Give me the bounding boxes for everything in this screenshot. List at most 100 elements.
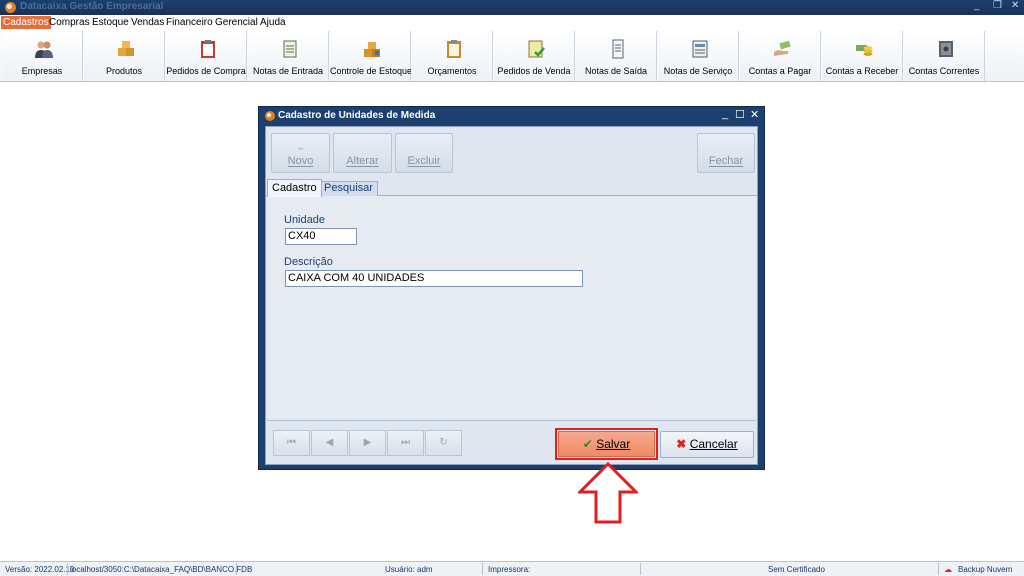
close-icon[interactable]: ✕ (1011, 0, 1019, 11)
dialog-title: Cadastro de Unidades de Medida (278, 110, 436, 121)
toolbar-label: Orçamentos (427, 66, 477, 76)
cancelar-button[interactable]: ✖ Cancelar (660, 431, 754, 458)
menu-cadastros[interactable]: Cadastros (1, 16, 51, 29)
salvar-button[interactable]: ✔ Salvar (558, 431, 655, 457)
status-user: Usuário: adm (385, 565, 433, 574)
minimize-icon[interactable]: _ (974, 0, 980, 11)
hand-money-icon (774, 40, 791, 56)
menu-gerencial[interactable]: Gerencial (213, 16, 260, 29)
status-certificate: Sem Certificado (768, 565, 825, 574)
alterar-label: Alterar (346, 155, 379, 167)
tab-pesquisar[interactable]: Pesquisar (319, 181, 378, 196)
toolbar-label: Contas Correntes (908, 66, 980, 76)
users-icon (35, 41, 53, 58)
clipboard-icon (201, 40, 215, 58)
toolbar-label: Pedidos de Venda (497, 66, 571, 76)
status-divider (67, 563, 68, 575)
toolbar-label: Empresas (21, 66, 63, 76)
notepad-icon (283, 40, 297, 58)
restore-icon[interactable]: ❐ (993, 0, 1002, 11)
dialog-close-icon[interactable]: ✕ (750, 108, 759, 121)
previous-record-icon[interactable]: ◀ (311, 430, 348, 456)
toolbar-label: Contas a Receber (825, 66, 899, 76)
order-check-icon (528, 40, 545, 58)
menu-compras[interactable]: Compras (47, 16, 92, 29)
menu-financeiro[interactable]: Financeiro (164, 16, 215, 29)
app-title: Datacaixa Gestão Empresarial (20, 1, 164, 12)
toolbar-label: Produtos (105, 66, 143, 76)
status-database: localhost/3050:C:\Datacaixa_FAQ\BD\BANCO… (70, 565, 253, 574)
toolbar-contas-receber[interactable]: Contas a Receber (821, 31, 903, 81)
boxes-icon (118, 41, 134, 56)
toolbar-label: Notas de Entrada (252, 66, 324, 76)
salvar-label: Salvar (596, 437, 631, 451)
tab-strip: Cadastro Pesquisar (266, 179, 757, 197)
service-note-icon (692, 40, 708, 58)
clipboard-list-icon (447, 40, 461, 58)
toolbar-notas-saida[interactable]: Notas de Saída (575, 31, 657, 81)
refresh-icon[interactable]: ↻ (425, 430, 462, 456)
app-logo-icon (5, 2, 16, 13)
novo-button[interactable]: ⎵ Novo (271, 133, 330, 173)
alterar-button[interactable]: Alterar (333, 133, 392, 173)
toolbar-contas-pagar[interactable]: Contas a Pagar (739, 31, 821, 81)
dialog-logo-icon (265, 111, 275, 121)
next-record-icon[interactable]: ▶ (349, 430, 386, 456)
toolbar-pedidos-venda[interactable]: Pedidos de Venda (493, 31, 575, 81)
main-toolbar: Empresas Produtos Pedidos de Compra Nota… (0, 30, 1024, 82)
coins-icon (856, 45, 873, 56)
last-record-icon[interactable]: ⏭ (387, 430, 424, 456)
descricao-label: Descrição (284, 256, 333, 268)
unidade-label: Unidade (284, 214, 325, 226)
check-icon: ✔ (582, 437, 593, 451)
toolbar-pedidos-compra[interactable]: Pedidos de Compra (165, 31, 247, 81)
stock-boxes-icon (364, 42, 380, 57)
tab-cadastro[interactable]: Cadastro (267, 179, 322, 197)
cancelar-label: Cancelar (689, 437, 738, 451)
unidade-field[interactable]: CX40 (285, 228, 357, 245)
status-divider (938, 563, 939, 575)
first-record-icon[interactable]: ⏮ (273, 430, 310, 456)
status-bar: Versão: 2022.02.10 localhost/3050:C:\Dat… (0, 561, 1024, 576)
toolbar-controle-estoque[interactable]: Controle de Estoque (329, 31, 413, 81)
toolbar-notas-servico[interactable]: Notas de Serviço (657, 31, 739, 81)
excluir-button[interactable]: Excluir (395, 133, 453, 173)
toolbar-orcamentos[interactable]: Orçamentos (411, 31, 493, 81)
menu-ajuda[interactable]: Ajuda (258, 16, 288, 29)
note-out-icon (612, 39, 624, 59)
dialog-body: ⎵ Novo Alterar Excluir Fechar Cadastro P… (265, 126, 758, 465)
cloud-icon: ☁ (944, 565, 952, 574)
dialog-footer: ⏮ ◀ ▶ ⏭ ↻ ✔ Salvar ✖ Cancelar (267, 420, 756, 462)
up-arrow-annotation-icon (578, 462, 638, 524)
app-titlebar: Datacaixa Gestão Empresarial _ ❐ ✕ (0, 0, 1024, 15)
cadastro-form: Unidade CX40 Descrição CAIXA COM 40 UNID… (267, 196, 756, 418)
dialog-minimize-icon[interactable]: _ (722, 108, 728, 120)
descricao-field[interactable]: CAIXA COM 40 UNIDADES (285, 270, 583, 287)
status-printer: Impressora: (488, 565, 531, 574)
dialog-titlebar: Cadastro de Unidades de Medida _ ☐ ✕ (259, 107, 764, 125)
toolbar-label: Pedidos de Compra (166, 66, 246, 76)
toolbar-contas-correntes[interactable]: Contas Correntes (903, 31, 985, 81)
status-divider (482, 563, 483, 575)
toolbar-notas-entrada[interactable]: Notas de Entrada (247, 31, 329, 81)
safe-icon (939, 41, 953, 57)
toolbar-label: Notas de Saída (584, 66, 648, 76)
new-icon: ⎵ (298, 139, 303, 150)
toolbar-produtos[interactable]: Produtos (83, 31, 165, 81)
fechar-label: Fechar (708, 155, 744, 167)
fechar-button[interactable]: Fechar (697, 133, 755, 173)
menu-estoque[interactable]: Estoque (90, 16, 131, 29)
toolbar-label: Contas a Pagar (748, 66, 812, 76)
menu-vendas[interactable]: Vendas (129, 16, 166, 29)
toolbar-empresas[interactable]: Empresas (1, 31, 83, 81)
status-divider (640, 563, 641, 575)
x-icon: ✖ (676, 437, 687, 451)
dialog-maximize-icon[interactable]: ☐ (735, 108, 745, 121)
toolbar-label: Controle de Estoque (330, 66, 413, 76)
menu-bar: Cadastros Compras Estoque Vendas Finance… (0, 15, 1024, 30)
unidades-medida-dialog: Cadastro de Unidades de Medida _ ☐ ✕ ⎵ N… (258, 106, 765, 470)
status-divider (236, 563, 237, 575)
toolbar-label: Notas de Serviço (663, 66, 733, 76)
excluir-label: Excluir (407, 155, 441, 167)
status-backup[interactable]: Backup Nuvem (958, 565, 1012, 574)
